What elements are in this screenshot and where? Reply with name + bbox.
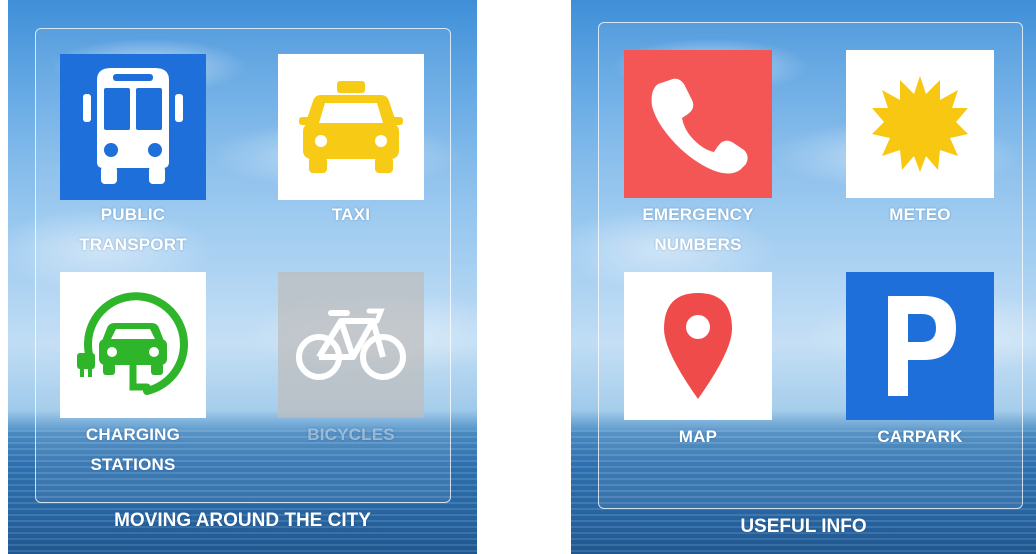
tile-label: PUBLIC TRANSPORT: [79, 205, 187, 254]
tile-label: BICYCLES: [307, 425, 395, 444]
tile-map[interactable]: [624, 272, 772, 420]
parking-icon: [880, 294, 960, 398]
bus-icon: [77, 62, 189, 192]
panel-title: MOVING AROUND THE CITY: [114, 510, 371, 531]
panel-useful-info: EMERGENCY NUMBERS METEO MAP CARPARK USEF…: [571, 0, 1036, 554]
ev-charging-icon: [71, 291, 195, 399]
tile-carpark[interactable]: [846, 272, 994, 420]
tile-bicycles[interactable]: [278, 272, 424, 418]
bicycle-icon: [295, 307, 407, 383]
tile-taxi[interactable]: [278, 54, 424, 200]
tile-meteo[interactable]: [846, 50, 994, 198]
taxi-icon: [299, 79, 403, 175]
panel-moving-around: PUBLIC TRANSPORT TAXI CHARGING STATIONS …: [8, 0, 477, 554]
sun-icon: [870, 74, 970, 174]
tile-label: CHARGING STATIONS: [85, 425, 181, 474]
map-pin-icon: [662, 291, 734, 401]
tile-label: METEO: [889, 205, 951, 224]
panel-title: USEFUL INFO: [740, 516, 867, 537]
tile-public-transport[interactable]: [60, 54, 206, 200]
tile-emergency-numbers[interactable]: [624, 50, 772, 198]
tile-label: CARPARK: [877, 427, 963, 446]
tile-charging-stations[interactable]: [60, 272, 206, 418]
tile-label: TAXI: [331, 205, 371, 224]
phone-icon: [648, 74, 748, 174]
tile-label: EMERGENCY NUMBERS: [642, 205, 754, 254]
tile-label: MAP: [678, 427, 718, 446]
